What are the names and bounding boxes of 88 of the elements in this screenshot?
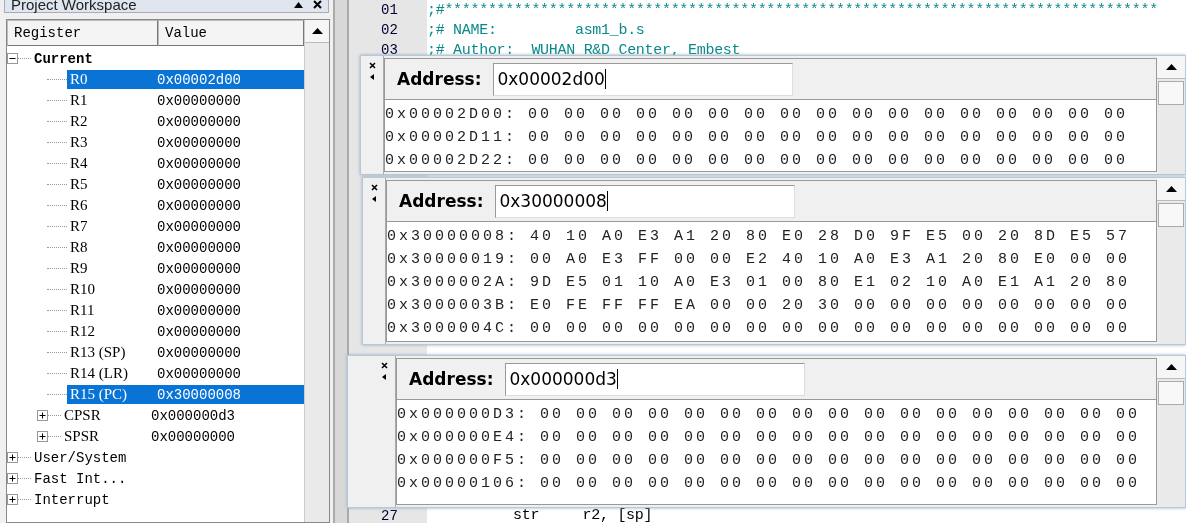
scrollbar[interactable] (1157, 56, 1185, 174)
memory-address: 0x3000004C: (387, 320, 521, 337)
address-label: Address: (397, 69, 482, 89)
memory-bytes: 00 00 00 00 00 00 00 00 00 00 00 00 00 00 00 00 00 (528, 106, 1129, 123)
tree-item[interactable]: Interrupt (31, 490, 304, 509)
tree-item[interactable]: R1 0x00000000 (67, 91, 304, 110)
scrollbar[interactable] (304, 20, 329, 522)
memory-bytes: 00 00 00 00 00 00 00 00 00 00 00 00 00 00 00 00 00 (540, 429, 1141, 446)
tree-item[interactable]: R15 (PC) 0x30000008 (67, 385, 304, 404)
close-icon[interactable] (370, 184, 378, 191)
close-icon[interactable] (380, 362, 388, 369)
memory-bytes: 00 00 00 00 00 00 00 00 00 00 00 00 00 00 00 00 00 (528, 152, 1129, 169)
expand-icon[interactable] (7, 494, 18, 505)
scrollbar[interactable] (1157, 178, 1185, 344)
memory-address: 0x000000E4: (397, 429, 531, 446)
expand-icon[interactable] (37, 410, 48, 421)
scroll-thumb[interactable] (1158, 81, 1184, 105)
tree-item[interactable]: R6 0x00000000 (67, 196, 304, 215)
expand-icon[interactable] (7, 473, 18, 484)
tree-item[interactable]: User/System (31, 448, 304, 467)
memory-bytes: 00 00 00 00 00 00 00 00 00 00 00 00 00 00 00 00 00 (540, 475, 1141, 492)
scroll-thumb[interactable] (1158, 381, 1184, 405)
column-header[interactable]: Value (158, 20, 304, 46)
line-number: 27 (380, 507, 399, 523)
memory-address: 0x000000D3: (397, 406, 531, 423)
memory-bytes: 00 00 00 00 00 00 00 00 00 00 00 00 00 00 00 00 00 (530, 320, 1131, 337)
memory-bytes: 9D E5 01 10 A0 E3 01 00 80 E1 02 10 A0 E1 A1 20 80 (530, 274, 1131, 291)
address-field[interactable]: 0x00002d00 (493, 62, 794, 96)
panel-title: Project Workspace (11, 0, 138, 12)
memory-bytes: 00 00 00 00 00 00 00 00 00 00 00 00 00 00 00 00 00 (528, 129, 1129, 146)
tree-item[interactable]: R5 0x00000000 (67, 175, 304, 194)
memory-bytes: 00 00 00 00 00 00 00 00 00 00 00 00 00 00 00 00 00 (540, 452, 1141, 469)
code-line: ;# Author: WUHAN R&D Center, Embest (427, 41, 741, 59)
memory-address: 0x30000008: (387, 228, 521, 245)
tree-item[interactable]: R2 0x00000000 (67, 112, 304, 131)
memory-address: 0x3000003B: (387, 297, 521, 314)
scroll-up-icon[interactable] (311, 28, 323, 34)
tree-item[interactable]: R3 0x00000000 (67, 133, 304, 152)
close-icon[interactable] (368, 62, 376, 69)
memory-bytes: 00 A0 E3 FF 00 00 E2 40 10 A0 E3 A1 20 80 E0 00 00 (530, 251, 1131, 268)
scroll-thumb[interactable] (1158, 203, 1184, 227)
tree-item[interactable]: R7 0x00000000 (67, 217, 304, 236)
memory-address: 0x00002D11: (385, 129, 519, 146)
close-icon[interactable] (313, 0, 322, 9)
scrollbar[interactable] (1157, 356, 1185, 507)
tree-item[interactable]: Fast Int... (31, 469, 304, 488)
tree-item[interactable]: R14 (LR) 0x00000000 (67, 364, 304, 383)
memory-address: 0x30000019: (387, 251, 521, 268)
address-label: Address: (399, 191, 484, 211)
tree-item[interactable]: R13 (SP) 0x00000000 (67, 343, 304, 362)
tree-item[interactable]: CPSR 0x000000d3 (61, 406, 304, 425)
memory-address: 0x000000F5: (397, 452, 531, 469)
memory-bytes: 40 10 A0 E3 A1 20 80 E0 28 D0 9F E5 00 20 8D E5 57 (530, 228, 1131, 245)
memory-address: 0x00000106: (397, 475, 531, 492)
code-line: str r2, [sp] (512, 508, 653, 523)
memory-address: 0x00002D22: (385, 152, 519, 169)
tree-item[interactable]: R10 0x00000000 (67, 280, 304, 299)
code-line: ;#********************************************************************************** (427, 1, 1158, 19)
memory-address: 0x00002D00: (385, 106, 519, 123)
memory-bytes: E0 FE FF FF EA 00 00 20 30 00 00 00 00 00 00 00 00 (530, 297, 1131, 314)
collapse-arrow-icon[interactable] (370, 74, 374, 80)
memory-bytes: 00 00 00 00 00 00 00 00 00 00 00 00 00 00 00 00 00 (540, 406, 1141, 423)
collapse-arrow-icon[interactable] (372, 196, 376, 202)
address-label: Address: (409, 369, 494, 389)
address-field[interactable]: 0x000000d3 (505, 362, 806, 396)
tree-item[interactable]: Current (31, 49, 304, 68)
line-number: 02 (380, 22, 399, 38)
scroll-up-icon[interactable] (1165, 64, 1177, 70)
tree-item[interactable]: R11 0x00000000 (67, 301, 304, 320)
scroll-up-icon[interactable] (1165, 186, 1177, 192)
code-line: ;# NAME: asm1_b.s (427, 21, 645, 39)
collapse-arrow-icon[interactable] (382, 374, 386, 380)
line-number: 01 (380, 2, 399, 18)
scroll-up-icon[interactable] (1165, 364, 1177, 370)
pin-icon[interactable] (294, 1, 303, 8)
collapse-icon[interactable] (7, 53, 18, 64)
tree-item[interactable]: R4 0x00000000 (67, 154, 304, 173)
column-header[interactable]: Register (7, 20, 158, 46)
tree-item[interactable]: R0 0x00002d00 (67, 70, 304, 89)
line-number: 03 (380, 42, 399, 58)
memory-address: 0x3000002A: (387, 274, 521, 291)
tree-item[interactable]: R8 0x00000000 (67, 238, 304, 257)
address-field[interactable]: 0x30000008 (495, 184, 796, 218)
expand-icon[interactable] (7, 452, 18, 463)
tree-item[interactable]: SPSR 0x00000000 (61, 427, 304, 446)
tree-item[interactable]: R12 0x00000000 (67, 322, 304, 341)
expand-icon[interactable] (37, 431, 48, 442)
tree-item[interactable]: R9 0x00000000 (67, 259, 304, 278)
